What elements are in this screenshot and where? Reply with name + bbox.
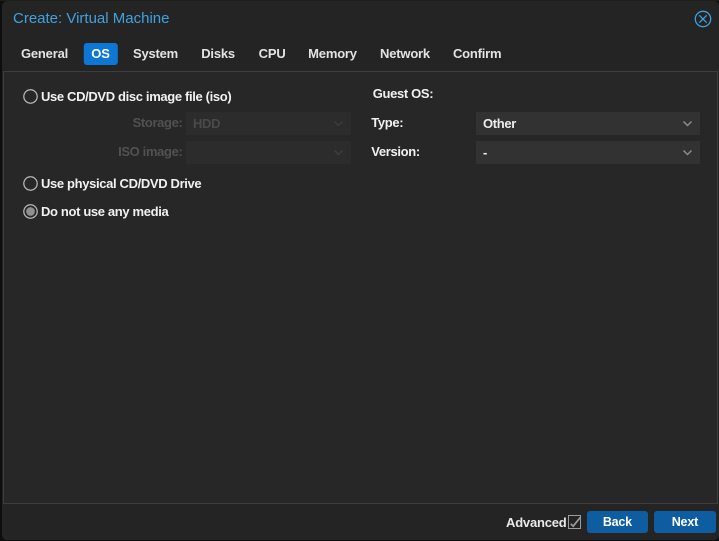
version-combo[interactable]: - [476, 141, 700, 164]
tab-bar: General OS System Disks CPU Memory Netwo… [2, 43, 719, 65]
form-panel: Use CD/DVD disc image file (iso) Storage… [3, 71, 718, 504]
iso-image-combo[interactable] [186, 141, 351, 164]
radio-row-iso[interactable]: Use CD/DVD disc image file (iso) [23, 89, 231, 104]
dialog-footer: Advanced Back Next [2, 504, 719, 541]
iso-image-chevron-icon [332, 146, 345, 159]
radio-physical-label: Use physical CD/DVD Drive [41, 176, 201, 191]
tab-system[interactable]: System [125, 43, 186, 65]
storage-combo[interactable]: HDD [186, 112, 351, 135]
radio-row-nomedia[interactable]: Do not use any media [23, 204, 168, 219]
tab-memory[interactable]: Memory [300, 43, 365, 65]
radio-iso-icon [23, 89, 38, 104]
version-value: - [483, 145, 487, 160]
storage-value: HDD [193, 116, 220, 131]
screen: Create: Virtual Machine General OS Syste… [0, 0, 719, 541]
tab-disks[interactable]: Disks [193, 43, 243, 65]
top-edge-strip [0, 0, 719, 1]
dialog-title: Create: Virtual Machine [13, 10, 169, 27]
version-label: Version: [371, 144, 420, 159]
iso-image-label: ISO image: [59, 144, 183, 159]
radio-nomedia-label: Do not use any media [41, 204, 168, 219]
storage-chevron-icon [332, 117, 345, 130]
storage-label: Storage: [59, 115, 183, 130]
close-circle-x-icon [694, 10, 712, 28]
guest-os-heading: Guest OS: [373, 86, 433, 101]
back-button[interactable]: Back [587, 511, 648, 533]
radio-row-physical[interactable]: Use physical CD/DVD Drive [23, 176, 201, 191]
create-vm-dialog: Create: Virtual Machine General OS Syste… [2, 1, 719, 540]
tab-general[interactable]: General [13, 43, 76, 65]
tab-os[interactable]: OS [83, 43, 117, 65]
tab-network[interactable]: Network [372, 43, 438, 65]
type-chevron-icon [681, 117, 694, 130]
tab-cpu[interactable]: CPU [251, 43, 294, 65]
radio-iso-label: Use CD/DVD disc image file (iso) [41, 89, 231, 104]
advanced-label: Advanced [506, 515, 567, 530]
radio-nomedia-icon [23, 204, 38, 219]
advanced-checkbox[interactable] [568, 515, 582, 529]
type-value: Other [483, 116, 516, 131]
radio-physical-icon [23, 176, 38, 191]
next-button[interactable]: Next [654, 511, 716, 533]
version-chevron-icon [681, 146, 694, 159]
close-icon[interactable] [694, 10, 712, 28]
type-combo[interactable]: Other [476, 112, 700, 135]
tab-confirm[interactable]: Confirm [445, 43, 509, 65]
type-label: Type: [371, 115, 403, 130]
dialog-titlebar: Create: Virtual Machine [2, 1, 719, 41]
check-icon [569, 516, 581, 528]
